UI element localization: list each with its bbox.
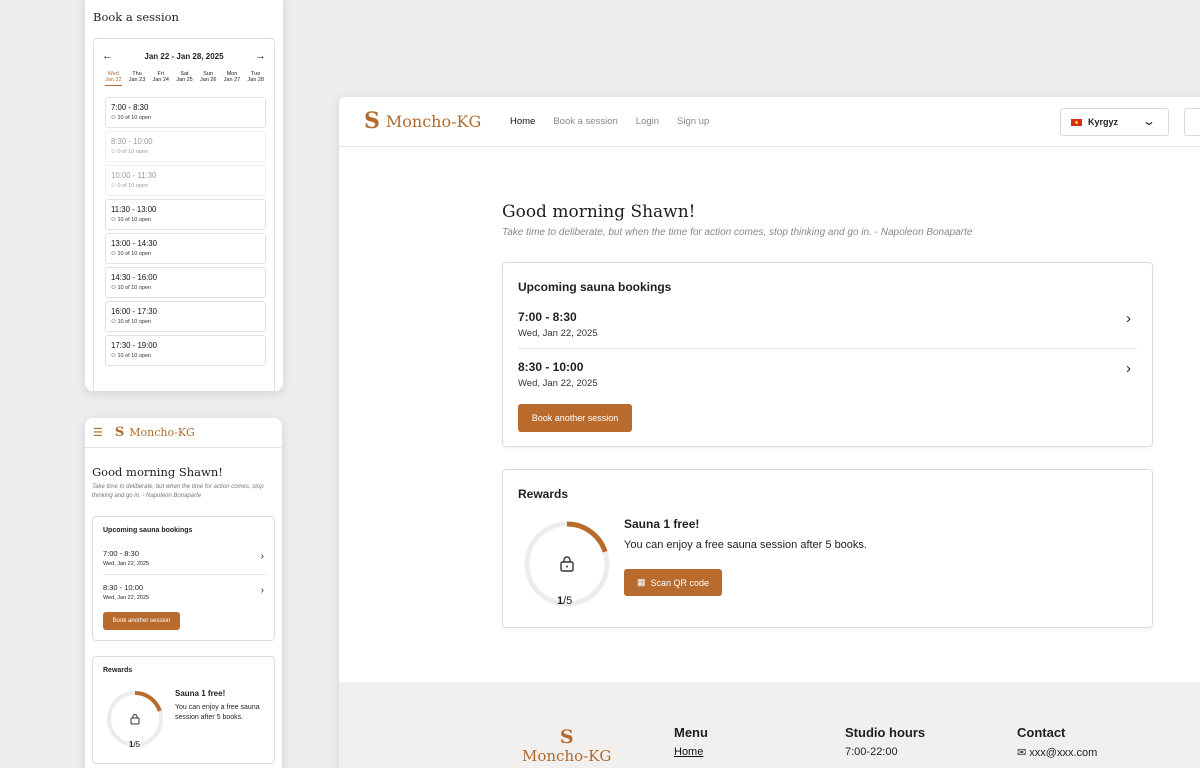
mobile-home-screen: ☰ S Moncho-KG Good morning Shawn! Take t… [85,418,282,768]
footer-logo[interactable]: S Moncho-KG [522,727,611,766]
mobile-header: ☰ S Moncho-KG [85,418,282,448]
footer: S Moncho-KG Menu Home Studio hours 7:00-… [339,682,1200,768]
nav-login[interactable]: Login [636,116,659,127]
greeting: Good morning Shawn! [502,202,696,222]
desktop-window: S Moncho-KG Home Book a session Login Si… [339,97,1200,768]
day-tab[interactable]: Sun Jan 26 [200,71,217,86]
day-tab[interactable]: Wed Jan 22 [105,71,122,86]
nav-links: Home Book a session Login Sign up [510,116,709,127]
week-range: Jan 22 - Jan 28, 2025 [144,51,224,61]
booking-row[interactable]: 7:00 - 8:30 Wed, Jan 22, 2025 › [103,549,266,567]
footer-menu: Menu Home [674,725,708,758]
book-another-button[interactable]: Book another session [518,404,632,432]
booking-row[interactable]: 8:30 - 10:00 Wed, Jan 22, 2025 › [103,583,266,601]
chevron-right-icon: › [260,551,264,562]
day-selector: Wed Jan 22 Thu Jan 23 Fri Jan 24 Sat Jan 25 … [94,71,274,86]
time-slot[interactable]: 11:30 - 13:00 ⚇ 10 of 10 open [105,199,266,230]
logo-text[interactable]: Moncho-KG [129,426,195,439]
nav-book-session[interactable]: Book a session [553,116,617,127]
time-slot[interactable]: 13:00 - 14:30 ⚇ 10 of 10 open [105,233,266,264]
time-slot[interactable]: 10:00 - 11:30 ⚇ 0 of 10 open [105,165,266,196]
lock-icon [560,556,574,572]
card-title: Upcoming sauna bookings [518,280,672,294]
logo-mark-icon: S [114,425,125,440]
kyrgyz-flag-icon [1071,118,1082,126]
time-slot[interactable]: 17:30 - 19:00 ⚇ 10 of 10 open [105,335,266,366]
quote: Take time to deliberate, but when the ti… [92,484,264,499]
day-tab[interactable]: Fri Jan 24 [152,71,169,86]
footer-link-home[interactable]: Home [674,746,703,758]
footer-hours: Studio hours 7:00-22:00 [845,725,926,758]
logo-mark-icon: S [364,108,380,134]
mobile-booking-screen: Book a session ← Jan 22 - Jan 28, 2025 →… [85,0,283,391]
reward-headline: Sauna 1 free! [175,689,226,698]
day-tab[interactable]: Sat Jan 25 [176,71,193,86]
calendar-card: ← Jan 22 - Jan 28, 2025 → Wed Jan 22 Thu J… [93,38,275,391]
greeting: Good morning Shawn! [92,465,223,479]
rewards-card: Rewards 1/5 Sauna 1 free! You can enjoy … [92,656,275,764]
next-week-icon[interactable]: → [255,50,266,62]
divider [103,574,266,575]
day-tab[interactable]: Thu Jan 23 [129,71,146,86]
card-title: Upcoming sauna bookings [103,527,193,534]
logo-mark-icon: S [559,726,574,748]
time-slot[interactable]: 14:30 - 16:00 ⚇ 10 of 10 open [105,267,266,298]
mail-icon: ✉ [1017,747,1030,759]
upcoming-bookings-card: Upcoming sauna bookings 7:00 - 8:30 Wed,… [92,516,275,641]
quote: Take time to deliberate, but when the ti… [502,227,973,238]
booking-row[interactable]: 7:00 - 8:30 Wed, Jan 22, 2025 › [518,310,1137,339]
progress-count: 1/5 [557,595,573,607]
booking-row[interactable]: 8:30 - 10:00 Wed, Jan 22, 2025 › [518,360,1137,389]
language-select[interactable]: Kyrgyz ⌄ [1060,108,1169,136]
qr-code-icon: ▦ [636,577,646,587]
upcoming-bookings-card: Upcoming sauna bookings 7:00 - 8:30 Wed,… [502,262,1153,447]
day-tab[interactable]: Tue Jan 28 [247,71,264,86]
contact-email[interactable]: xxx@xxx.com [1029,747,1097,759]
chevron-right-icon: › [1126,360,1131,377]
day-tab[interactable]: Mon Jan 27 [224,71,241,86]
progress-count: 1/5 [129,740,141,749]
divider [518,348,1137,349]
prev-week-icon[interactable]: ← [102,50,113,62]
nav-home[interactable]: Home [510,116,535,127]
time-slot-list: 7:00 - 8:30 ⚇ 10 of 10 open 8:30 - 10:00 ⚇… [105,97,266,369]
reward-headline: Sauna 1 free! [624,517,700,531]
reward-description: You can enjoy a free sauna session after… [624,539,867,551]
hamburger-menu-icon[interactable]: ☰ [93,426,103,439]
logo-text: Moncho-KG [522,747,612,765]
top-navbar: S Moncho-KG Home Book a session Login Si… [339,97,1200,147]
lock-icon [130,714,140,725]
book-another-button[interactable]: Book another session [103,612,180,630]
rewards-card: Rewards 1/5 Sauna 1 free! You can enjoy … [502,469,1153,628]
chevron-right-icon: › [1126,310,1131,327]
footer-contact: Contact ✉ xxx@xxx.com [1017,725,1098,759]
logo-text: Moncho-KG [385,111,482,131]
chevron-down-icon: ⌄ [1141,114,1157,128]
reward-description: You can enjoy a free sauna session after… [175,704,260,721]
card-title: Rewards [103,667,133,674]
logo[interactable]: S Moncho-KG [364,110,481,132]
card-title: Rewards [518,487,569,501]
page-title: Book a session [93,10,179,24]
header-action-button[interactable] [1184,108,1200,136]
scan-qr-button[interactable]: ▦ Scan QR code [624,569,722,596]
chevron-right-icon: › [260,585,264,596]
time-slot[interactable]: 8:30 - 10:00 ⚇ 0 of 10 open [105,131,266,162]
time-slot[interactable]: 7:00 - 8:30 ⚇ 10 of 10 open [105,97,266,128]
week-header: ← Jan 22 - Jan 28, 2025 → [94,39,274,73]
time-slot[interactable]: 16:00 - 17:30 ⚇ 10 of 10 open [105,301,266,332]
nav-signup[interactable]: Sign up [677,116,709,127]
